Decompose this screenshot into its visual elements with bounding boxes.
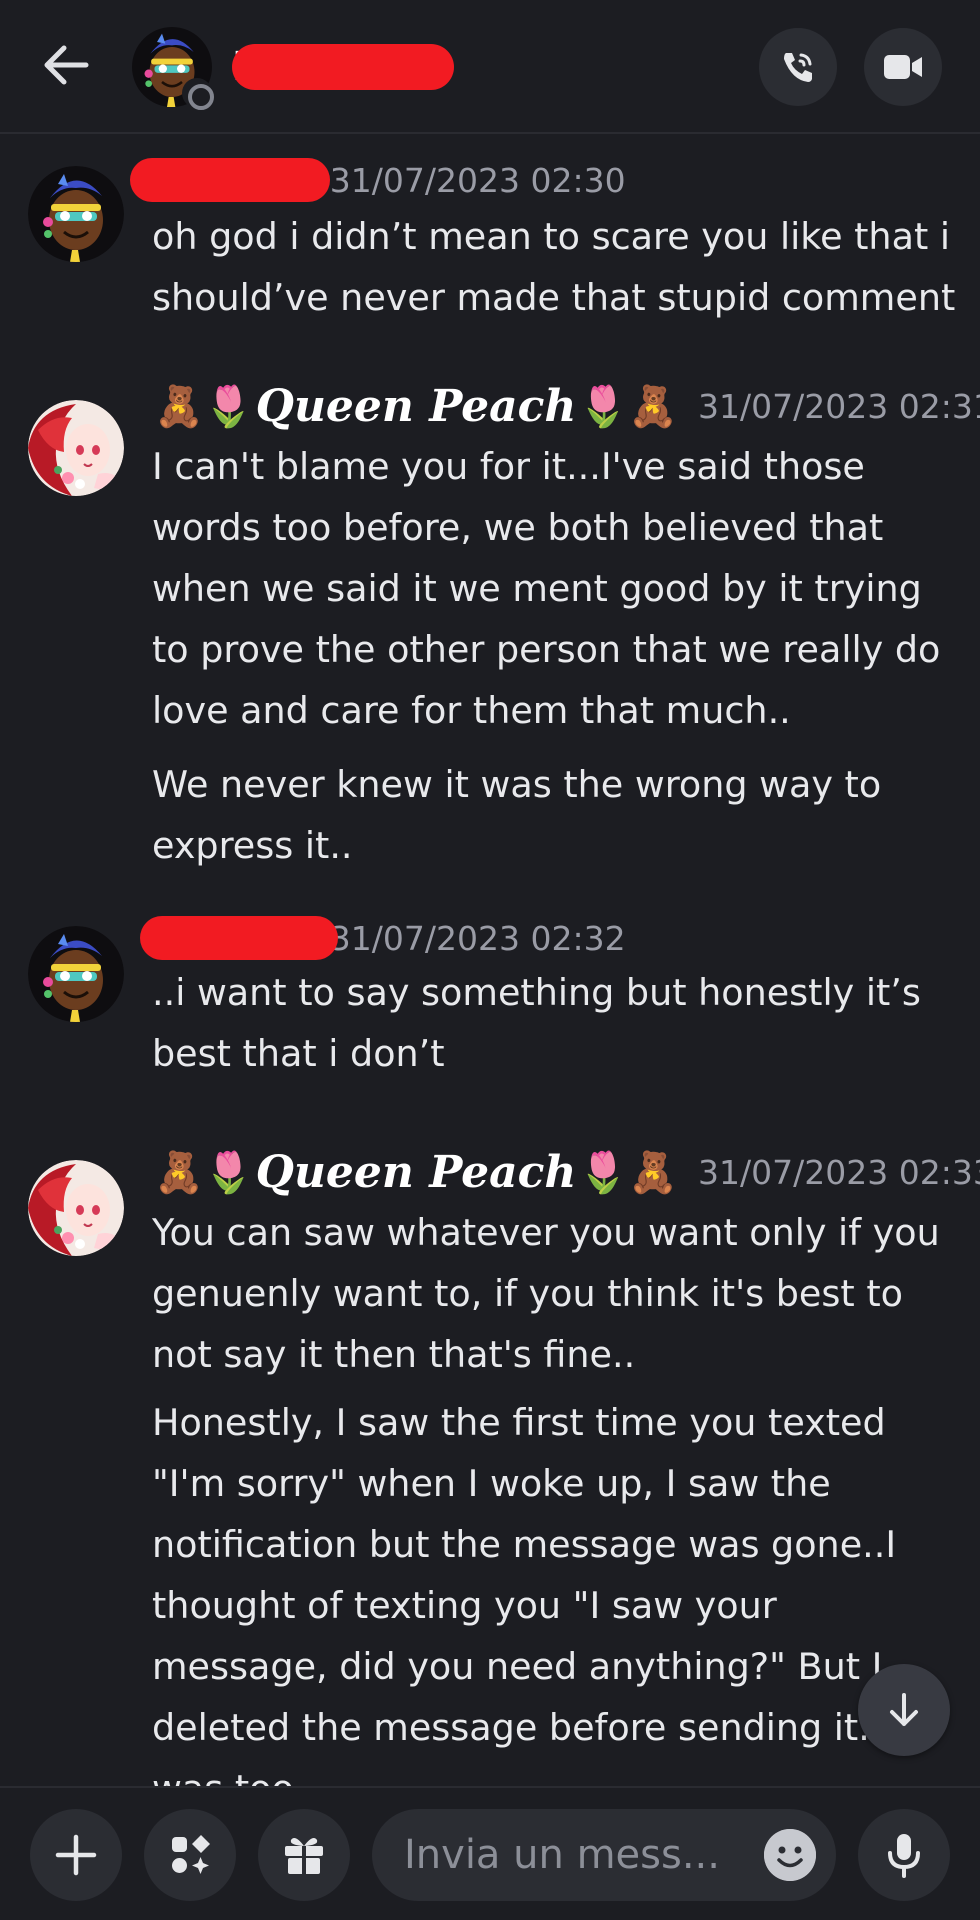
microphone-button[interactable]	[858, 1809, 950, 1901]
message-input-placeholder: Invia un mess...	[404, 1832, 720, 1878]
avatar[interactable]	[28, 926, 124, 1022]
redaction-mark	[130, 158, 330, 202]
apps-button[interactable]	[144, 1809, 236, 1901]
message-input[interactable]: Invia un mess...	[372, 1809, 836, 1901]
emoji-right: 🌷🧸	[578, 1149, 679, 1196]
video-camera-icon	[884, 55, 922, 79]
timestamp: 31/07/2023 02:31	[698, 386, 980, 426]
status-offline-icon	[182, 78, 214, 110]
author-name[interactable]: Queen Peach	[256, 381, 577, 432]
phone-icon	[784, 53, 812, 82]
emoji-left: 🧸🌷	[154, 383, 254, 430]
timestamp: 31/07/2023 02:30	[329, 160, 626, 200]
author-name[interactable]: Queen Peach	[256, 1147, 577, 1198]
redaction-mark	[232, 44, 454, 90]
message-text: ..i want to say something but honestly i…	[152, 971, 921, 1075]
message-text: We never knew it was the wrong way to ex…	[152, 763, 882, 867]
message-header: Bl 31/07/2023 02:32	[140, 908, 626, 968]
header-title-wrap[interactable]: Bl ›	[232, 38, 454, 96]
redaction-mark	[140, 916, 338, 960]
timestamp: 31/07/2023 02:32	[329, 918, 626, 958]
avatar[interactable]	[28, 1160, 124, 1256]
scroll-to-bottom-button[interactable]	[858, 1664, 950, 1756]
message-header: 🧸🌷 Queen Peach 🌷🧸 31/07/2023 02:33	[152, 1142, 980, 1202]
emoji-left: 🧸🌷	[154, 1149, 254, 1196]
gift-button[interactable]	[258, 1809, 350, 1901]
add-attachment-button[interactable]	[30, 1809, 122, 1901]
emoji-right: 🌷🧸	[578, 383, 679, 430]
voice-call-button[interactable]	[759, 28, 837, 106]
back-arrow-icon[interactable]	[38, 40, 94, 90]
message-header: Bl 31/07/2023 02:30	[130, 150, 626, 210]
gift-icon	[285, 1838, 323, 1874]
avatar[interactable]	[28, 166, 124, 262]
composer-bar: Invia un mess...	[0, 1786, 980, 1920]
message-header: 🧸🌷 Queen Peach 🌷🧸 31/07/2023 02:31	[152, 376, 980, 436]
message-text: I can't blame you for it...I've said tho…	[152, 445, 941, 732]
arrow-down-icon	[890, 1693, 918, 1726]
plus-icon	[55, 1834, 97, 1876]
microphone-icon	[888, 1834, 920, 1878]
message-text: Honestly, I saw the first time you texte…	[152, 1401, 904, 1786]
emoji-picker-icon[interactable]	[764, 1829, 816, 1881]
avatar[interactable]	[28, 400, 124, 496]
chat-header: Bl ›	[0, 0, 980, 134]
timestamp: 31/07/2023 02:33	[698, 1152, 980, 1192]
apps-icon	[172, 1835, 210, 1874]
message-text: oh god i didn’t mean to scare you like t…	[152, 215, 956, 319]
message-list[interactable]: Bl 31/07/2023 02:30 oh god i didn’t mean…	[0, 136, 980, 1786]
message-text: You can saw whatever you want only if yo…	[152, 1211, 940, 1376]
video-call-button[interactable]	[864, 28, 942, 106]
